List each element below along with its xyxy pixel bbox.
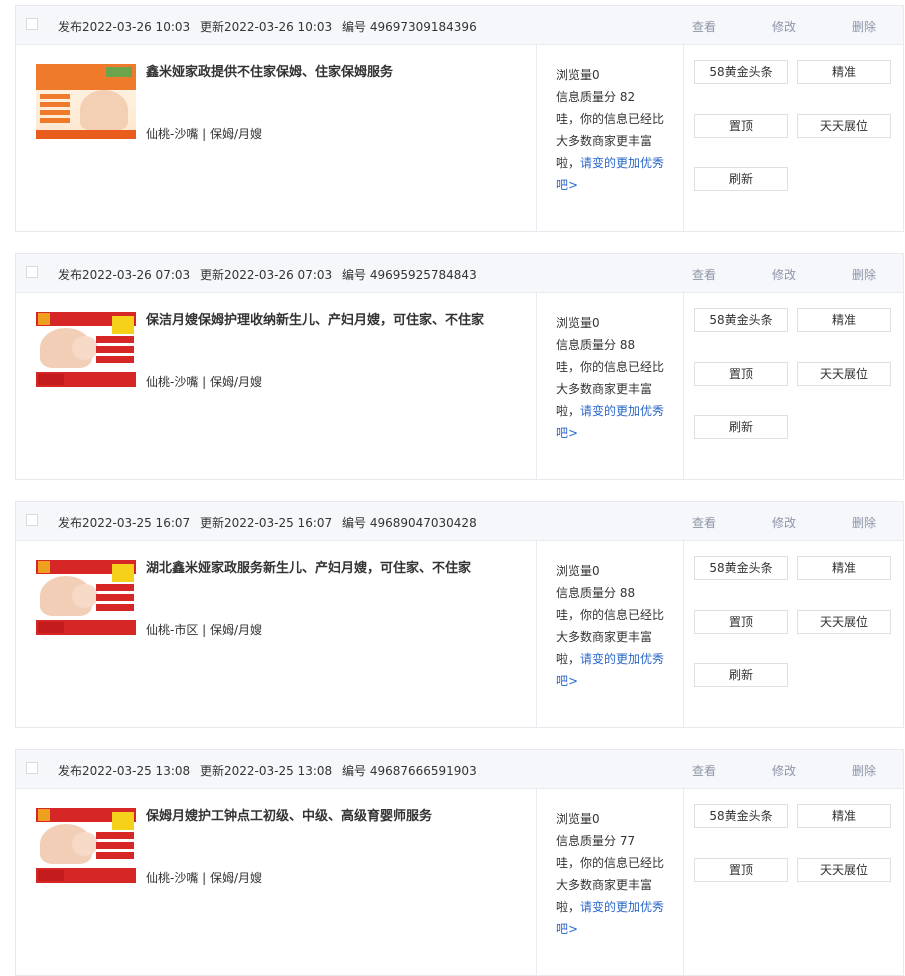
views-label: 浏览量 — [556, 812, 593, 826]
precise-button[interactable]: 精准 — [797, 60, 891, 84]
headline-button[interactable]: 58黄金头条 — [694, 556, 788, 580]
update-date: 更新2022-03-25 16:07 — [200, 516, 333, 530]
listing-card: 发布2022-03-25 13:08 更新2022-03-25 13:08 编号… — [15, 749, 904, 976]
headline-button[interactable]: 58黄金头条 — [694, 60, 788, 84]
quality-score: 88 — [619, 586, 636, 600]
publish-date: 发布2022-03-26 07:03 — [58, 268, 191, 282]
quality-label: 信息质量分 — [556, 90, 620, 104]
view-link[interactable]: 查看 — [692, 18, 716, 35]
edit-link[interactable]: 修改 — [772, 18, 796, 35]
listing-body: 保洁月嫂保姆护理收纳新生儿、产妇月嫂，可住家、不住家 仙桃-沙嘴 | 保姆/月嫂… — [16, 292, 903, 479]
listing-location: 仙桃-沙嘴 | 保姆/月嫂 — [146, 375, 263, 389]
view-link[interactable]: 查看 — [692, 762, 716, 779]
listing-body: 鑫米娅家政提供不住家保姆、住家保姆服务 仙桃-沙嘴 | 保姆/月嫂 浏览量0 信… — [16, 44, 903, 231]
top-button[interactable]: 置顶 — [694, 114, 788, 138]
daily-slot-button[interactable]: 天天展位 — [797, 610, 891, 634]
quality-label: 信息质量分 — [556, 586, 620, 600]
views-count: 0 — [592, 316, 600, 330]
edit-link[interactable]: 修改 — [772, 266, 796, 283]
listing-title[interactable]: 保洁月嫂保姆护理收纳新生儿、产妇月嫂，可住家、不住家 — [146, 312, 506, 329]
listing-title[interactable]: 鑫米娅家政提供不住家保姆、住家保姆服务 — [146, 64, 506, 81]
edit-link[interactable]: 修改 — [772, 514, 796, 531]
headline-button[interactable]: 58黄金头条 — [694, 804, 788, 828]
top-button[interactable]: 置顶 — [694, 610, 788, 634]
refresh-button[interactable]: 刷新 — [694, 663, 788, 687]
divider — [683, 540, 684, 727]
views-count: 0 — [592, 812, 600, 826]
select-checkbox[interactable] — [26, 18, 38, 30]
listing-title[interactable]: 湖北鑫米娅家政服务新生儿、产妇月嫂，可住家、不住家 — [146, 560, 506, 577]
listing-header: 发布2022-03-25 13:08 更新2022-03-25 13:08 编号… — [16, 750, 903, 789]
select-checkbox[interactable] — [26, 514, 38, 526]
listing-stats: 浏览量0 信息质量分 77 哇，你的信息已经比大多数商家更丰富啦，请变的更加优秀… — [556, 808, 666, 940]
divider — [536, 292, 537, 479]
listing-id: 编号 49689047030428 — [342, 516, 477, 530]
publish-date: 发布2022-03-25 13:08 — [58, 764, 191, 778]
views-count: 0 — [592, 564, 600, 578]
listing-header: 发布2022-03-26 10:03 更新2022-03-26 10:03 编号… — [16, 6, 903, 45]
top-button[interactable]: 置顶 — [694, 362, 788, 386]
listing-thumbnail[interactable] — [36, 560, 136, 635]
quality-score: 88 — [619, 338, 636, 352]
select-checkbox[interactable] — [26, 762, 38, 774]
headline-button[interactable]: 58黄金头条 — [694, 308, 788, 332]
divider — [683, 44, 684, 231]
divider — [683, 292, 684, 479]
update-date: 更新2022-03-26 10:03 — [200, 20, 333, 34]
update-date: 更新2022-03-25 13:08 — [200, 764, 333, 778]
publish-date: 发布2022-03-26 10:03 — [58, 20, 191, 34]
listing-body: 保姆月嫂护工钟点工初级、中级、高级育婴师服务 仙桃-沙嘴 | 保姆/月嫂 浏览量… — [16, 788, 903, 975]
listing-thumbnail[interactable] — [36, 312, 136, 387]
delete-link[interactable]: 删除 — [852, 514, 876, 531]
refresh-button[interactable]: 刷新 — [694, 415, 788, 439]
listing-title[interactable]: 保姆月嫂护工钟点工初级、中级、高级育婴师服务 — [146, 808, 506, 825]
listing-thumbnail[interactable] — [36, 64, 136, 139]
divider — [683, 788, 684, 975]
precise-button[interactable]: 精准 — [797, 804, 891, 828]
listing-card: 发布2022-03-26 07:03 更新2022-03-26 07:03 编号… — [15, 253, 904, 480]
delete-link[interactable]: 删除 — [852, 266, 876, 283]
listing-stats: 浏览量0 信息质量分 88 哇，你的信息已经比大多数商家更丰富啦，请变的更加优秀… — [556, 312, 666, 444]
precise-button[interactable]: 精准 — [797, 556, 891, 580]
view-link[interactable]: 查看 — [692, 514, 716, 531]
listing-card: 发布2022-03-25 16:07 更新2022-03-25 16:07 编号… — [15, 501, 904, 728]
select-checkbox[interactable] — [26, 266, 38, 278]
quality-label: 信息质量分 — [556, 834, 620, 848]
quality-score: 82 — [619, 90, 636, 104]
listing-id: 编号 49697309184396 — [342, 20, 477, 34]
update-date: 更新2022-03-26 07:03 — [200, 268, 333, 282]
quality-label: 信息质量分 — [556, 338, 620, 352]
listing-card: 发布2022-03-26 10:03 更新2022-03-26 10:03 编号… — [15, 5, 904, 232]
listing-location: 仙桃-沙嘴 | 保姆/月嫂 — [146, 127, 263, 141]
listing-id: 编号 49695925784843 — [342, 268, 477, 282]
refresh-button[interactable]: 刷新 — [694, 167, 788, 191]
listing-header: 发布2022-03-26 07:03 更新2022-03-26 07:03 编号… — [16, 254, 903, 293]
listing-location: 仙桃-市区 | 保姆/月嫂 — [146, 623, 263, 637]
views-count: 0 — [592, 68, 600, 82]
listing-body: 湖北鑫米娅家政服务新生儿、产妇月嫂，可住家、不住家 仙桃-市区 | 保姆/月嫂 … — [16, 540, 903, 727]
delete-link[interactable]: 删除 — [852, 762, 876, 779]
listing-location: 仙桃-沙嘴 | 保姆/月嫂 — [146, 871, 263, 885]
listing-id: 编号 49687666591903 — [342, 764, 477, 778]
divider — [536, 540, 537, 727]
views-label: 浏览量 — [556, 564, 593, 578]
edit-link[interactable]: 修改 — [772, 762, 796, 779]
publish-date: 发布2022-03-25 16:07 — [58, 516, 191, 530]
divider — [536, 788, 537, 975]
listing-stats: 浏览量0 信息质量分 88 哇，你的信息已经比大多数商家更丰富啦，请变的更加优秀… — [556, 560, 666, 692]
listing-header: 发布2022-03-25 16:07 更新2022-03-25 16:07 编号… — [16, 502, 903, 541]
daily-slot-button[interactable]: 天天展位 — [797, 858, 891, 882]
top-button[interactable]: 置顶 — [694, 858, 788, 882]
view-link[interactable]: 查看 — [692, 266, 716, 283]
daily-slot-button[interactable]: 天天展位 — [797, 362, 891, 386]
delete-link[interactable]: 删除 — [852, 18, 876, 35]
quality-score: 77 — [619, 834, 636, 848]
views-label: 浏览量 — [556, 316, 593, 330]
precise-button[interactable]: 精准 — [797, 308, 891, 332]
divider — [536, 44, 537, 231]
listing-stats: 浏览量0 信息质量分 82 哇，你的信息已经比大多数商家更丰富啦，请变的更加优秀… — [556, 64, 666, 196]
daily-slot-button[interactable]: 天天展位 — [797, 114, 891, 138]
views-label: 浏览量 — [556, 68, 593, 82]
listing-thumbnail[interactable] — [36, 808, 136, 883]
